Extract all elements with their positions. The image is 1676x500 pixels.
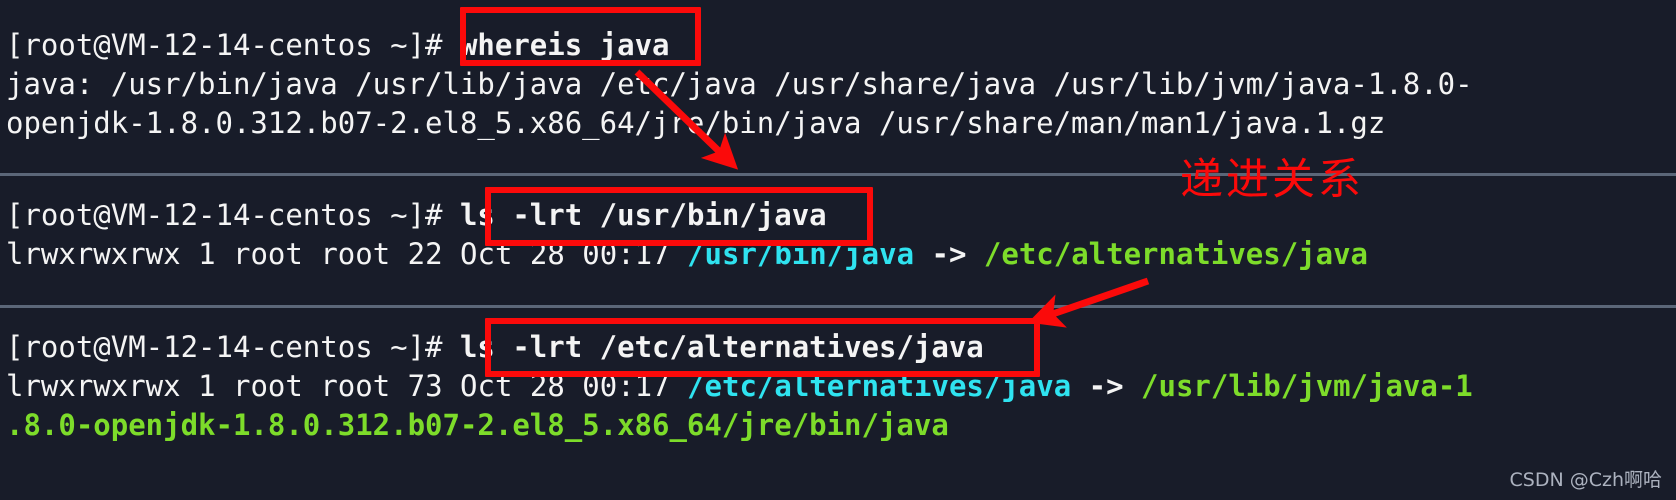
output-line-whereis-2: openjdk-1.8.0.312.b07-2.el8_5.x86_64/jre… xyxy=(6,106,1386,140)
separator-1 xyxy=(0,173,1676,176)
highlight-box-ls-etc-alternatives xyxy=(485,318,1040,377)
ls-symlink-target-2a: /usr/lib/jvm/java-1 xyxy=(1141,369,1473,403)
ls-permissions-1: lrwxrwxrwx xyxy=(6,237,181,271)
highlight-box-ls-usr-bin xyxy=(485,187,873,246)
prompt-text-3: [root@VM-12-14-centos ~]# xyxy=(6,330,443,364)
separator-2 xyxy=(0,305,1676,308)
ls-symlink-arrow-1: -> xyxy=(931,237,967,271)
terminal-output-area[interactable]: [root@VM-12-14-centos ~]# whereis java j… xyxy=(0,0,1676,500)
ls-owner-2: root xyxy=(233,369,303,403)
ls-symlink-arrow-2: -> xyxy=(1088,369,1124,403)
ls-links-1: 1 xyxy=(198,237,216,271)
ls-size-1: 22 xyxy=(407,237,443,271)
ls-owner-1: root xyxy=(233,237,303,271)
csdn-watermark: CSDN @Czh啊哈 xyxy=(1509,469,1663,491)
ls-links-2: 1 xyxy=(198,369,216,403)
highlight-box-whereis xyxy=(460,7,701,66)
command-text-whereis xyxy=(443,28,460,62)
ls-symlink-target-1: /etc/alternatives/java xyxy=(983,237,1369,271)
ls-symlink-target-2b: .8.0-openjdk-1.8.0.312.b07-2.el8_5.x86_6… xyxy=(6,408,949,442)
terminal-screenshot: [root@VM-12-14-centos ~]# whereis java j… xyxy=(0,0,1676,500)
prompt-text-1: [root@VM-12-14-centos ~]# xyxy=(6,28,443,62)
ls-permissions-2: lrwxrwxrwx xyxy=(6,369,181,403)
prompt-text-2: [root@VM-12-14-centos ~]# xyxy=(6,198,443,232)
ls-group-1: root xyxy=(320,237,391,271)
ls-group-2: root xyxy=(320,369,391,403)
command-space-3 xyxy=(443,330,460,364)
annotation-note: 递进关系 xyxy=(1180,155,1364,205)
command-space-2 xyxy=(443,198,460,232)
ls-size-2: 73 xyxy=(407,369,443,403)
output-line-whereis-1: java: /usr/bin/java /usr/lib/java /etc/j… xyxy=(6,67,1473,101)
